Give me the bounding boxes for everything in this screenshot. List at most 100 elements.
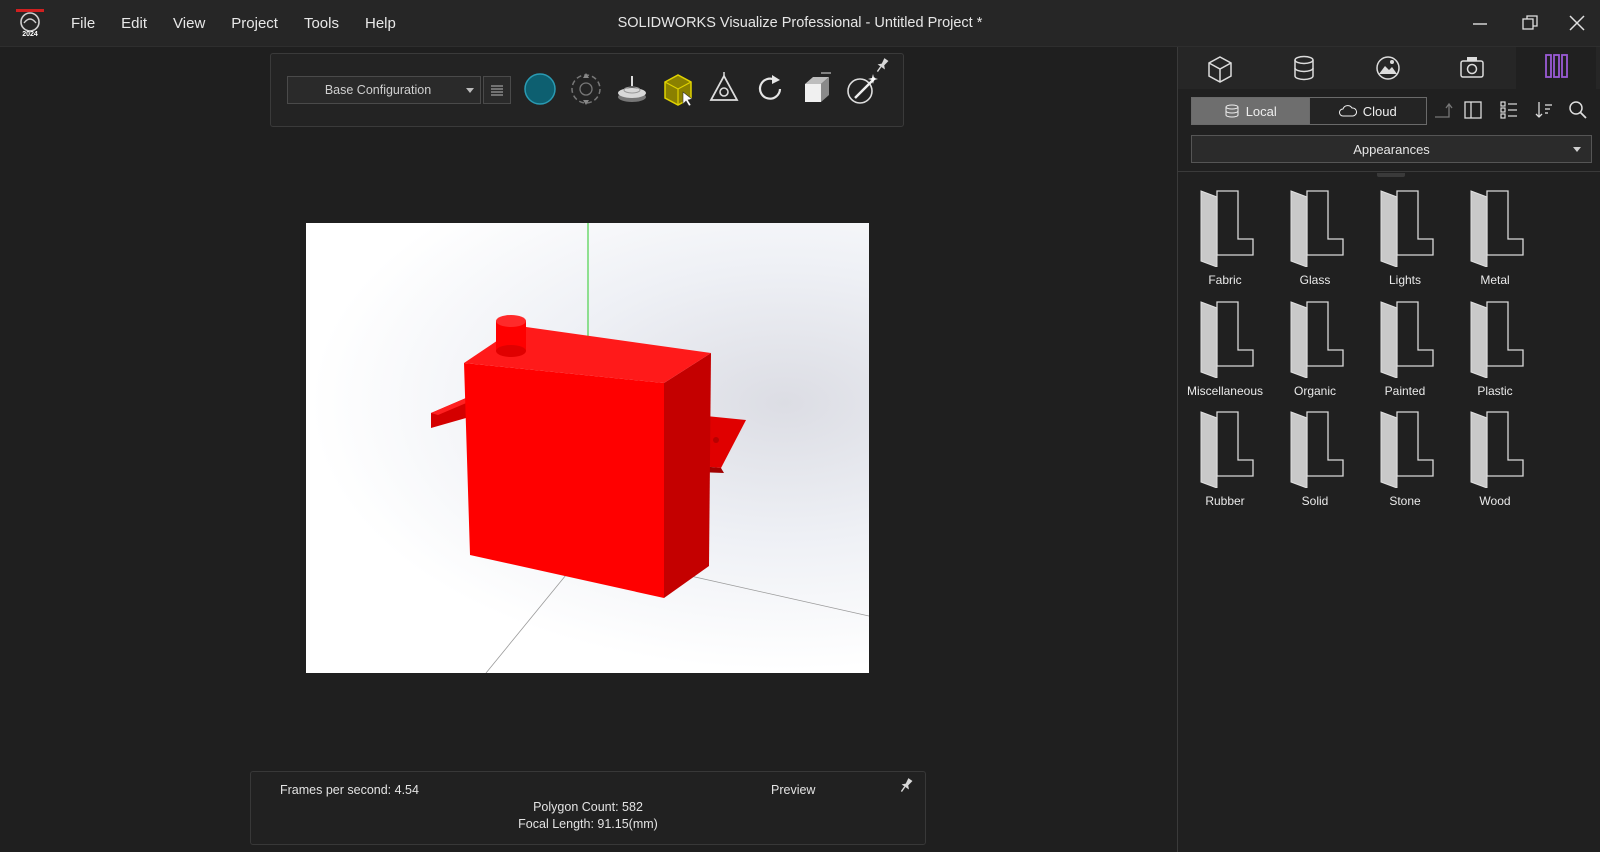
folder-label: Rubber — [1205, 494, 1245, 508]
tab-appearances[interactable] — [1264, 47, 1344, 89]
svg-text:2024: 2024 — [22, 31, 38, 37]
cloud-button[interactable]: Cloud — [1308, 98, 1426, 124]
panel-layout-icon[interactable] — [1462, 99, 1484, 121]
folder-plastic[interactable]: Plastic — [1452, 298, 1538, 402]
upload-icon[interactable] — [1432, 99, 1454, 121]
folder-miscellaneous[interactable]: Miscellaneous — [1182, 298, 1268, 402]
folder-icon — [1200, 301, 1254, 378]
model-frame-icon[interactable] — [797, 70, 835, 108]
menu-help[interactable]: Help — [354, 15, 407, 32]
title-bar: 2024 File Edit View Project Tools Help S… — [0, 0, 1600, 47]
chevron-down-icon — [1573, 147, 1581, 152]
folder-rubber[interactable]: Rubber — [1182, 408, 1268, 512]
folder-wood[interactable]: Wood — [1452, 408, 1538, 512]
render-stats-panel: Frames per second: 4.54 Preview Polygon … — [250, 771, 926, 845]
menu-view[interactable]: View — [162, 15, 216, 32]
folder-icon — [1380, 301, 1434, 378]
refresh-icon[interactable] — [751, 70, 789, 108]
render-mode: Preview — [771, 783, 816, 797]
folder-solid[interactable]: Solid — [1272, 408, 1358, 512]
folder-icon — [1380, 190, 1434, 267]
folder-icon — [1470, 301, 1524, 378]
tab-scenes[interactable] — [1348, 47, 1428, 89]
folder-stone[interactable]: Stone — [1362, 408, 1448, 512]
folder-icon — [1380, 411, 1434, 488]
folder-lights[interactable]: Lights — [1362, 187, 1448, 291]
folder-organic[interactable]: Organic — [1272, 298, 1358, 402]
menu-tools[interactable]: Tools — [293, 15, 350, 32]
configuration-list-button[interactable] — [483, 76, 511, 104]
main-toolbar: Base Configuration — [270, 53, 904, 127]
folder-label: Metal — [1480, 273, 1510, 287]
magic-wand-icon[interactable] — [843, 70, 881, 108]
pin-icon[interactable] — [897, 776, 915, 794]
divider — [1178, 171, 1600, 172]
local-button[interactable]: Local — [1192, 98, 1309, 124]
category-dropdown[interactable]: Appearances — [1191, 135, 1592, 163]
menu-edit[interactable]: Edit — [110, 15, 158, 32]
tab-libraries[interactable] — [1516, 47, 1596, 89]
fps-readout: Frames per second: 4.54 — [280, 783, 419, 797]
folder-fabric[interactable]: Fabric — [1182, 187, 1268, 291]
orbit-icon[interactable] — [567, 70, 605, 108]
restore-button[interactable] — [1519, 12, 1541, 34]
palette-tabs — [1178, 47, 1600, 89]
folder-label: Organic — [1293, 384, 1337, 398]
cloud-icon — [1338, 105, 1357, 117]
folder-icon — [1290, 411, 1344, 488]
menu-file[interactable]: File — [60, 15, 106, 32]
focal-length: Focal Length: 91.15(mm) — [518, 817, 658, 831]
folder-label: Glass — [1299, 273, 1331, 287]
tab-cameras[interactable] — [1432, 47, 1512, 89]
folder-icon — [1470, 411, 1524, 488]
libraries-icon — [1545, 54, 1568, 78]
database-icon — [1225, 104, 1239, 118]
folder-icon — [1470, 190, 1524, 267]
folder-metal[interactable]: Metal — [1452, 187, 1538, 291]
menu-project[interactable]: Project — [220, 15, 289, 32]
render-canvas[interactable] — [306, 223, 869, 673]
folder-painted[interactable]: Painted — [1362, 298, 1448, 402]
chevron-down-icon — [466, 88, 474, 93]
configuration-dropdown[interactable]: Base Configuration — [287, 76, 481, 104]
scenes-icon — [1376, 56, 1400, 80]
tab-models[interactable] — [1180, 47, 1260, 89]
folder-label: Fabric — [1208, 273, 1242, 287]
folder-icon — [1290, 301, 1344, 378]
menu-bar: File Edit View Project Tools Help — [60, 0, 411, 46]
folder-label: Stone — [1389, 494, 1421, 508]
folder-icon — [1200, 411, 1254, 488]
window-title: SOLIDWORKS Visualize Professional - Unti… — [617, 15, 983, 31]
collapse-handle[interactable] — [1377, 173, 1405, 177]
folder-label: Lights — [1388, 273, 1422, 287]
turntable-icon[interactable] — [613, 70, 651, 108]
folder-label: Painted — [1384, 384, 1426, 398]
pin-icon[interactable] — [873, 56, 891, 74]
category-label: Appearances — [1353, 142, 1430, 157]
folder-icon — [1290, 190, 1344, 267]
folder-icon — [1200, 190, 1254, 267]
close-button[interactable] — [1566, 12, 1588, 34]
library-source-toggle: Local Cloud — [1191, 97, 1427, 125]
transform-icon[interactable] — [705, 70, 743, 108]
minimize-button[interactable] — [1469, 12, 1491, 34]
folder-label: Plastic — [1477, 384, 1513, 398]
folder-label: Solid — [1301, 494, 1329, 508]
sort-icon[interactable] — [1533, 99, 1555, 121]
configuration-label: Base Configuration — [324, 83, 432, 97]
polygon-count: Polygon Count: 582 — [533, 800, 643, 814]
servo-model — [431, 223, 869, 673]
select-part-icon[interactable] — [659, 70, 697, 108]
app-logo-icon[interactable]: 2024 — [16, 9, 44, 38]
folder-label: Miscellaneous — [1186, 384, 1264, 398]
cloud-label: Cloud — [1362, 103, 1397, 119]
appearances-icon — [1294, 55, 1314, 81]
appearance-sphere-icon[interactable] — [521, 70, 559, 108]
models-icon — [1208, 56, 1232, 83]
cameras-icon — [1460, 57, 1484, 78]
filter-list-icon[interactable] — [1498, 99, 1520, 121]
folder-glass[interactable]: Glass — [1272, 187, 1358, 291]
palette-panel: Local Cloud Appearances Fabric Glass Light… — [1177, 47, 1600, 852]
local-label: Local — [1245, 103, 1277, 119]
search-icon[interactable] — [1567, 99, 1589, 121]
